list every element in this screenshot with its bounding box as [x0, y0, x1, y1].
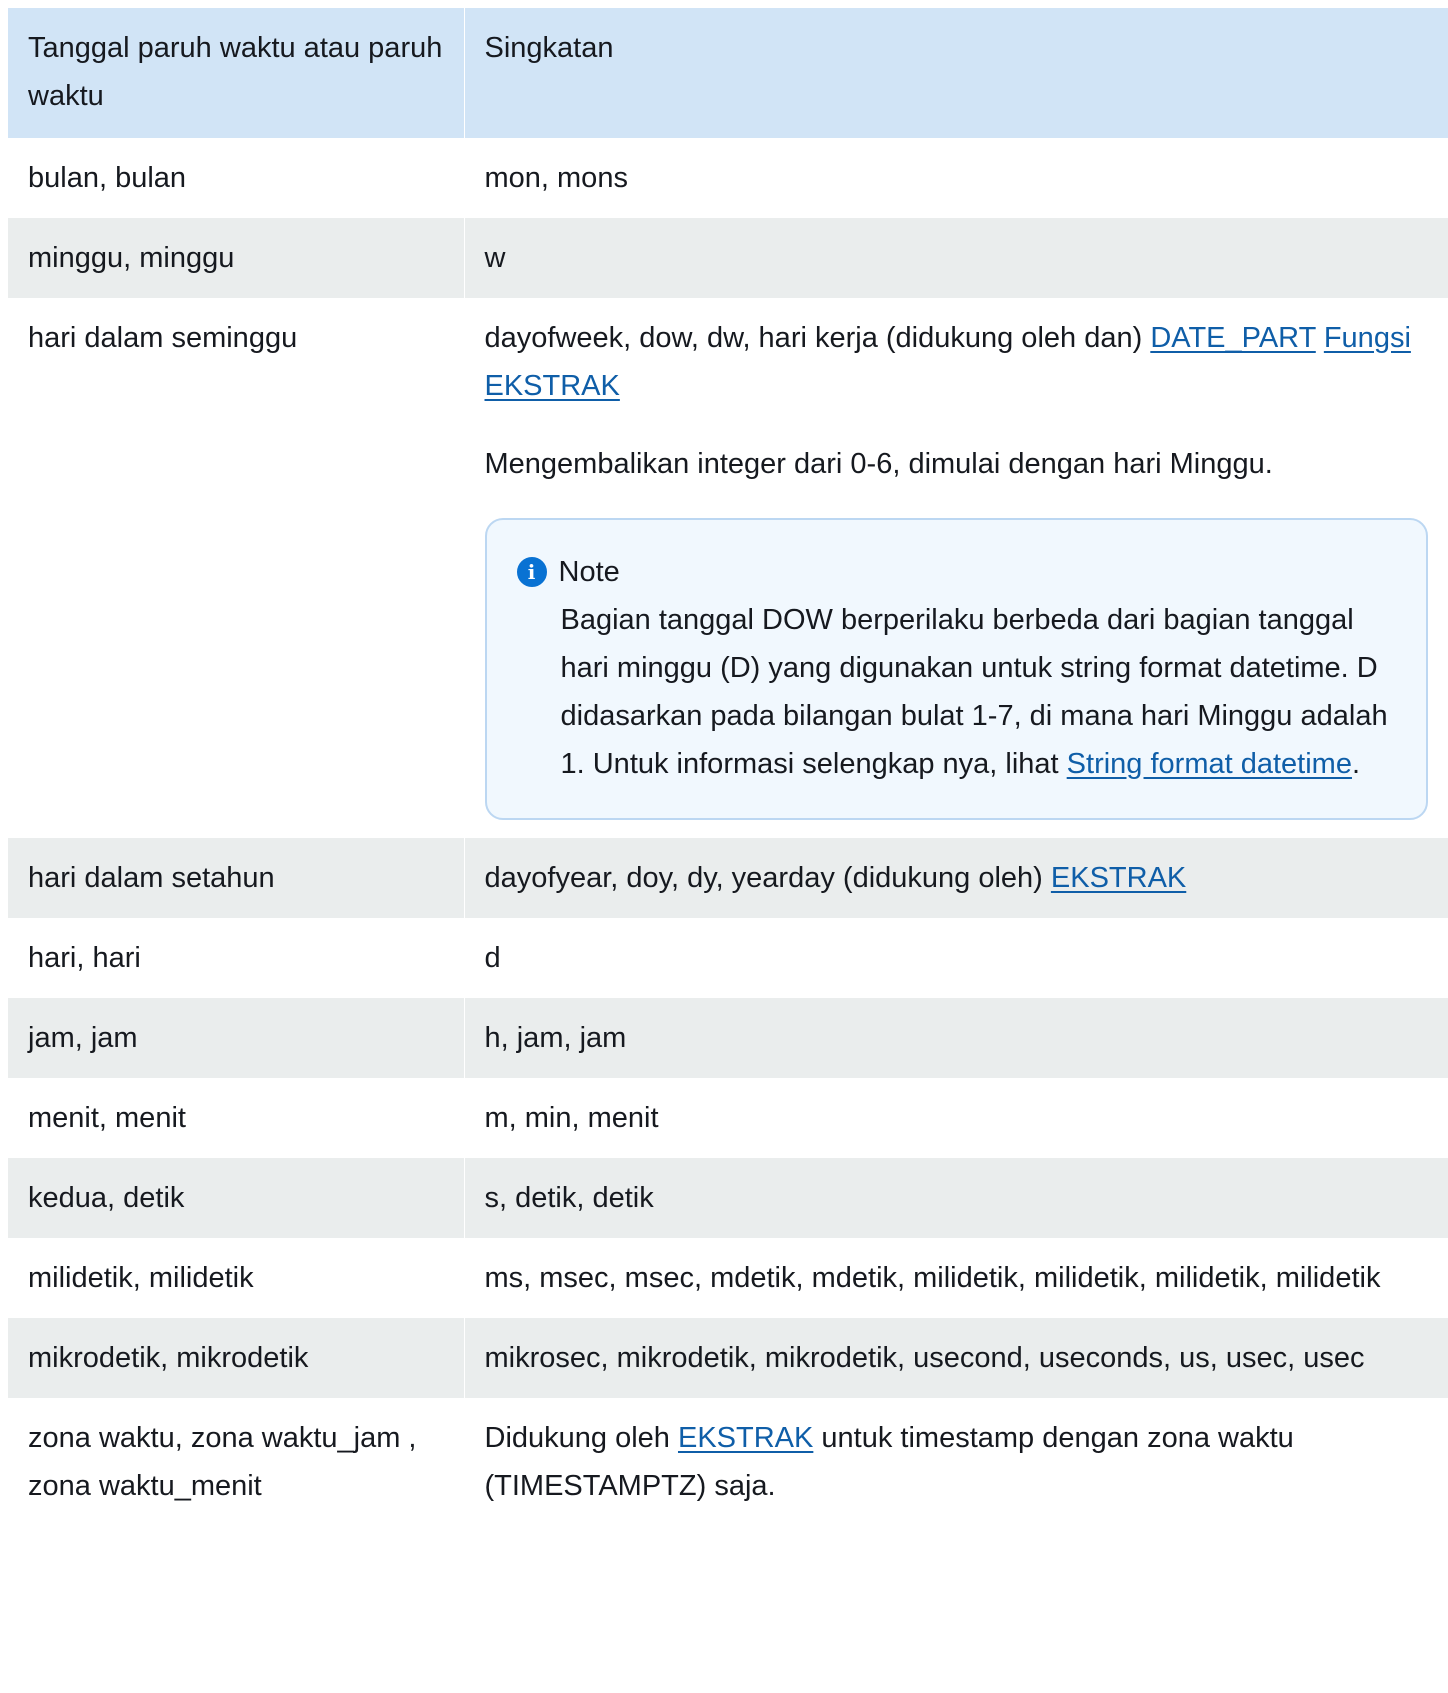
- note-box: i Note Bagian tanggal DOW berperilaku be…: [484, 518, 1428, 820]
- cell-abbreviation: h, jam, jam: [463, 998, 1448, 1078]
- cell-date-part: hari dalam setahun: [8, 838, 464, 918]
- extract-link[interactable]: EKSTRAK: [1051, 862, 1186, 894]
- datetime-format-link[interactable]: String format datetime: [1067, 748, 1352, 780]
- table-row: mikrodetik, mikrodetik mikrosec, mikrode…: [8, 1318, 1448, 1398]
- cell-abbreviation: m, min, menit: [463, 1078, 1448, 1158]
- note-header: i Note: [516, 548, 1393, 596]
- cell-date-part: milidetik, milidetik: [8, 1238, 464, 1318]
- cell-abbreviation: mon, mons: [463, 138, 1448, 218]
- cell-abbreviation: w: [463, 218, 1448, 298]
- table-row: hari, hari d: [8, 918, 1448, 998]
- abbreviation-paragraph: dayofweek, dow, dw, hari kerja (didukung…: [485, 314, 1429, 410]
- note-trailing-period: .: [1351, 748, 1361, 780]
- datepart-abbreviation-table: Tanggal paruh waktu atau paruh waktu Sin…: [8, 8, 1448, 1526]
- table-header-row: Tanggal paruh waktu atau paruh waktu Sin…: [8, 8, 1448, 138]
- table-row: jam, jam h, jam, jam: [8, 998, 1448, 1078]
- header-date-part: Tanggal paruh waktu atau paruh waktu: [8, 8, 464, 138]
- note-title: Note: [558, 556, 620, 588]
- table-row: minggu, minggu w: [8, 218, 1448, 298]
- cell-abbreviation: Didukung oleh EKSTRAK untuk timestamp de…: [463, 1398, 1448, 1526]
- info-icon: i: [516, 557, 547, 587]
- cell-date-part: mikrodetik, mikrodetik: [8, 1318, 464, 1398]
- table-row: bulan, bulan mon, mons: [8, 138, 1448, 218]
- cell-date-part: jam, jam: [8, 998, 464, 1078]
- cell-abbreviation: s, detik, detik: [463, 1158, 1448, 1238]
- note-body: Bagian tanggal DOW berperilaku berbeda d…: [517, 596, 1393, 788]
- cell-date-part: hari, hari: [8, 918, 464, 998]
- cell-abbreviation: dayofyear, doy, dy, yearday (didukung ol…: [463, 838, 1448, 918]
- cell-date-part: menit, menit: [8, 1078, 464, 1158]
- table-row: milidetik, milidetik ms, msec, msec, mde…: [8, 1238, 1448, 1318]
- abbreviation-text: dayofweek, dow, dw, hari kerja (didukung…: [484, 322, 1143, 354]
- cell-abbreviation: d: [463, 918, 1448, 998]
- date-part-link[interactable]: DATE_PART: [1150, 322, 1315, 354]
- cell-abbreviation: mikrosec, mikrodetik, mikrodetik, usecon…: [463, 1318, 1448, 1398]
- cell-date-part: minggu, minggu: [8, 218, 464, 298]
- cell-abbreviation: ms, msec, msec, mdetik, mdetik, milideti…: [463, 1238, 1448, 1318]
- header-abbreviation: Singkatan: [463, 8, 1448, 138]
- cell-date-part: kedua, detik: [8, 1158, 464, 1238]
- table-row: kedua, detik s, detik, detik: [8, 1158, 1448, 1238]
- table-row: hari dalam setahun dayofyear, doy, dy, y…: [8, 838, 1448, 918]
- abbreviation-text-before: Didukung oleh: [484, 1422, 670, 1454]
- cell-date-part: hari dalam seminggu: [8, 298, 464, 838]
- return-description: Mengembalikan integer dari 0-6, dimulai …: [484, 448, 1273, 480]
- cell-date-part: zona waktu, zona waktu_jam , zona waktu_…: [8, 1398, 464, 1526]
- table-row: menit, menit m, min, menit: [8, 1078, 1448, 1158]
- table-row: hari dalam seminggu dayofweek, dow, dw, …: [8, 298, 1448, 838]
- extract-link[interactable]: EKSTRAK: [678, 1422, 813, 1454]
- cell-date-part: bulan, bulan: [8, 138, 464, 218]
- table-row: zona waktu, zona waktu_jam , zona waktu_…: [8, 1398, 1448, 1526]
- cell-abbreviation: dayofweek, dow, dw, hari kerja (didukung…: [463, 298, 1448, 838]
- abbreviation-text: dayofyear, doy, dy, yearday (didukung ol…: [484, 862, 1043, 894]
